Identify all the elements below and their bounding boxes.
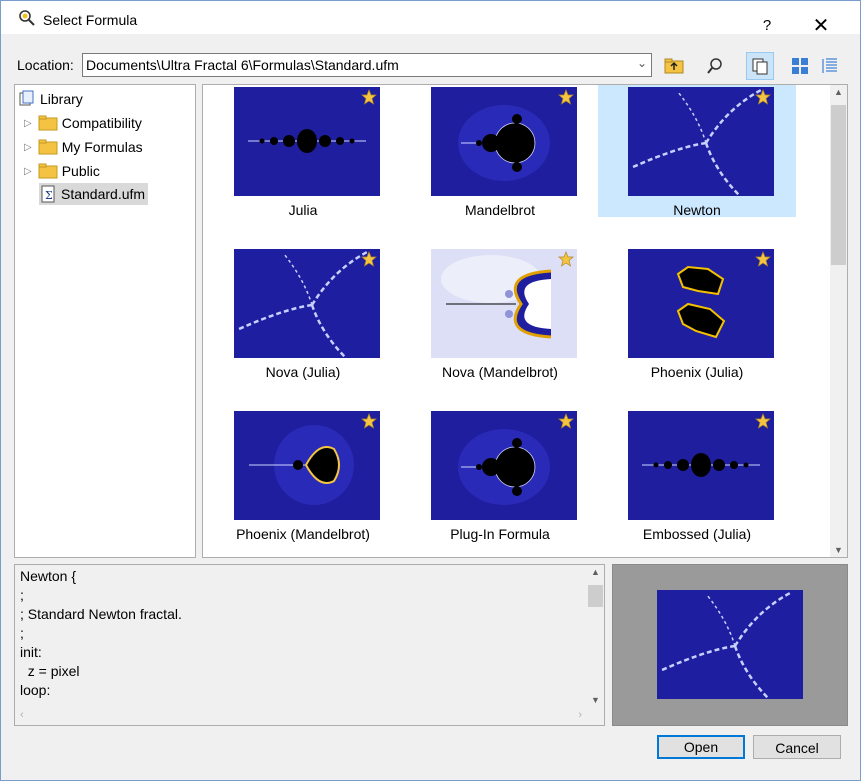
chevron-right-icon[interactable]: ▷ [24, 118, 32, 129]
details-view-button[interactable] [817, 53, 843, 79]
location-combobox[interactable]: Documents\Ultra Fractal 6\Formulas\Stand… [82, 53, 652, 77]
formula-tile[interactable]: Mandelbrot [401, 85, 599, 218]
formula-gallery: ▲ ▼ Julia Mandelbrot Newton Nova (Julia) Nov… [202, 84, 848, 558]
folder-icon [38, 163, 58, 179]
formula-tile[interactable]: Julia [204, 85, 402, 218]
library-icon [19, 90, 34, 106]
code-line: z = pixel [20, 663, 80, 679]
formula-tile[interactable]: Newton [598, 85, 796, 218]
help-button[interactable]: ? [753, 11, 781, 41]
code-line: ; Standard Newton fractal. [20, 606, 182, 622]
formula-tile-label: Embossed (Julia) [642, 526, 752, 542]
formula-thumbnail [431, 249, 577, 358]
favorite-star-icon[interactable] [558, 251, 574, 267]
code-vscrollbar[interactable]: ▲ ▼ [587, 565, 604, 707]
tree-item-public[interactable]: ▷ Public [24, 160, 100, 182]
scroll-right-icon[interactable]: › [578, 709, 582, 721]
tree-item-compatibility[interactable]: ▷ Compatibility [24, 112, 142, 134]
details-view-icon [822, 58, 837, 73]
folder-up-icon [664, 58, 684, 74]
code-hscrollbar[interactable]: ‹ › [15, 708, 587, 725]
location-label: Location: [17, 57, 74, 73]
formula-tile-label: Mandelbrot [464, 202, 536, 218]
scroll-down-icon[interactable]: ▼ [587, 695, 604, 705]
formula-source-view[interactable]: Newton {; ; Standard Newton fractal.; init… [14, 564, 605, 726]
search-formula-icon [707, 58, 722, 74]
formula-tile[interactable]: Nova (Julia) [204, 247, 402, 380]
folder-icon [38, 115, 58, 131]
formula-tile[interactable]: Phoenix (Julia) [598, 247, 796, 380]
chevron-right-icon[interactable]: ▷ [24, 166, 32, 177]
formula-preview-image [657, 589, 803, 700]
code-line: Newton { [20, 568, 77, 584]
copy-icon [752, 58, 768, 75]
open-button[interactable]: Open [657, 735, 745, 759]
svg-text:Σ: Σ [45, 189, 53, 202]
scrollbar-thumb[interactable] [588, 585, 603, 607]
title-bar: Select Formula ? ✕ [1, 1, 860, 37]
tree-item-library[interactable]: Library [18, 88, 83, 110]
favorite-star-icon[interactable] [361, 89, 377, 105]
formula-file-icon: Σ [41, 185, 55, 203]
tree-item-standard-ufm[interactable]: Σ Standard.ufm [39, 183, 149, 205]
favorite-star-icon[interactable] [558, 89, 574, 105]
favorite-star-icon[interactable] [361, 251, 377, 267]
formula-tile[interactable]: Nova (Mandelbrot) [401, 247, 599, 380]
formula-tile-label: Nova (Julia) [265, 364, 341, 380]
tree-item-label: Compatibility [61, 115, 142, 131]
window-title: Select Formula [43, 12, 138, 28]
tree-item-label: Standard.ufm [61, 186, 146, 202]
location-value: Documents\Ultra Fractal 6\Formulas\Stand… [86, 57, 399, 73]
formula-tile-label: Nova (Mandelbrot) [442, 364, 558, 380]
cancel-button[interactable]: Cancel [753, 735, 841, 759]
scroll-up-icon[interactable]: ▲ [587, 567, 604, 577]
formula-tile[interactable]: Plug-In Formula [401, 409, 599, 542]
scrollbar-thumb[interactable] [831, 105, 846, 265]
formula-thumbnail [628, 411, 774, 520]
tree-item-label: Public [61, 163, 100, 179]
library-tree: Library ▷ Compatibility ▷ My Formulas ▷ … [14, 84, 196, 558]
scroll-down-icon[interactable]: ▼ [830, 545, 847, 555]
formula-tile-label: Phoenix (Julia) [650, 364, 744, 380]
favorite-star-icon[interactable] [755, 251, 771, 267]
formula-tile[interactable]: Embossed (Julia) [598, 409, 796, 542]
select-formula-dialog: Select Formula ? ✕ Location: Documents\U… [0, 0, 861, 781]
formula-thumbnail [234, 249, 380, 358]
formula-thumbnail [431, 411, 577, 520]
code-line: ; [20, 587, 24, 603]
formula-tile-label: Julia [288, 202, 318, 218]
tree-item-label: Library [40, 91, 83, 107]
formula-thumbnail [431, 87, 577, 196]
formula-thumbnail [234, 411, 380, 520]
favorite-star-icon[interactable] [755, 89, 771, 105]
code-line: init: [20, 644, 42, 660]
formula-tile-label: Phoenix (Mandelbrot) [236, 526, 370, 542]
close-button[interactable]: ✕ [801, 11, 841, 41]
formula-tile-label: Plug-In Formula [450, 526, 550, 542]
formula-thumbnail [234, 87, 380, 196]
scroll-up-icon[interactable]: ▲ [830, 87, 847, 97]
copy-button[interactable] [746, 52, 774, 80]
code-line: ; [20, 625, 24, 641]
tree-item-label: My Formulas [61, 139, 143, 155]
search-formula-button[interactable] [702, 53, 728, 79]
formula-tile-label: Newton [673, 202, 721, 218]
folder-icon [38, 139, 58, 155]
formula-thumbnail [628, 249, 774, 358]
code-line: loop: [20, 682, 51, 698]
scroll-left-icon[interactable]: ‹ [20, 709, 24, 721]
favorite-star-icon[interactable] [558, 413, 574, 429]
large-icons-view-button[interactable] [787, 53, 813, 79]
formula-thumbnail [628, 87, 774, 196]
chevron-down-icon[interactable]: ⌄ [637, 56, 647, 70]
folder-up-button[interactable] [661, 53, 687, 79]
favorite-star-icon[interactable] [755, 413, 771, 429]
gallery-scrollbar[interactable]: ▲ ▼ [830, 85, 847, 557]
favorite-star-icon[interactable] [361, 413, 377, 429]
large-icons-view-icon [792, 58, 808, 74]
formula-tile[interactable]: Phoenix (Mandelbrot) [204, 409, 402, 542]
tree-item-my-formulas[interactable]: ▷ My Formulas [24, 136, 143, 158]
chevron-right-icon[interactable]: ▷ [24, 142, 32, 153]
formula-preview-panel [612, 564, 848, 726]
